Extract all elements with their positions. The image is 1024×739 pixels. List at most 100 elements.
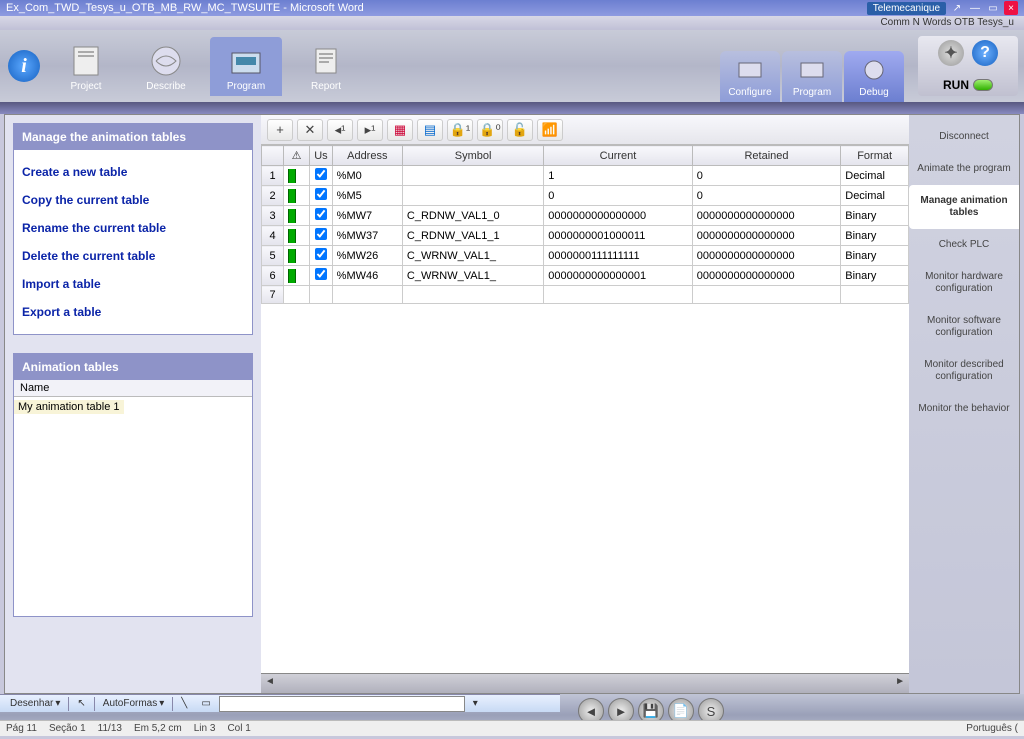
unlock-button[interactable]: 🔓: [507, 119, 533, 141]
symbol-cell[interactable]: C_RDNW_VAL1_0: [402, 206, 543, 226]
tab-configure[interactable]: Configure: [720, 51, 780, 102]
format-cell[interactable]: Binary: [841, 226, 909, 246]
symbol-cell[interactable]: C_RDNW_VAL1_1: [402, 226, 543, 246]
format-cell[interactable]: Binary: [841, 206, 909, 226]
retained-cell[interactable]: [692, 286, 841, 304]
nav-program[interactable]: Program: [210, 37, 282, 96]
cmd-create-table[interactable]: Create a new table: [20, 158, 246, 186]
settings-button[interactable]: ✦: [938, 40, 964, 66]
autoshapes-menu[interactable]: AutoFormas ▾: [97, 698, 171, 709]
use-checkbox[interactable]: [310, 226, 332, 246]
cmd-copy-table[interactable]: Copy the current table: [20, 186, 246, 214]
current-cell[interactable]: 0000000000000000: [544, 206, 693, 226]
broadcast-button[interactable]: 📶: [537, 119, 563, 141]
add-row-button[interactable]: +: [267, 119, 293, 141]
cmd-export-table[interactable]: Export a table: [20, 298, 246, 326]
minimize-icon[interactable]: —: [968, 1, 982, 15]
nav-project[interactable]: Project: [50, 37, 122, 96]
dropdown-icon[interactable]: ▾: [467, 698, 484, 709]
current-cell[interactable]: [544, 286, 693, 304]
use-checkbox[interactable]: [310, 186, 332, 206]
rp-disconnect[interactable]: Disconnect: [909, 121, 1019, 153]
nav-report[interactable]: Report: [290, 37, 362, 96]
rect-tool-icon[interactable]: ▭: [195, 698, 216, 709]
address-cell[interactable]: %MW26: [332, 246, 402, 266]
format-cell[interactable]: Decimal: [841, 166, 909, 186]
address-cell[interactable]: %MW46: [332, 266, 402, 286]
symbol-cell[interactable]: [402, 186, 543, 206]
retained-cell[interactable]: 0000000000000000: [692, 246, 841, 266]
tab-program[interactable]: Program: [782, 51, 842, 102]
rp-manage-animation-tables[interactable]: Manage animation tables: [909, 185, 1019, 229]
table-row[interactable]: 5%MW26C_WRNW_VAL1_0000000111111111000000…: [262, 246, 909, 266]
row-number[interactable]: 6: [262, 266, 284, 286]
format-cell[interactable]: Binary: [841, 266, 909, 286]
format-cell[interactable]: [841, 286, 909, 304]
table-row[interactable]: 6 %MW46C_WRNW_VAL1_0000000000000001000000…: [262, 266, 909, 286]
retained-cell[interactable]: 0: [692, 186, 841, 206]
table-row[interactable]: 2%M500Decimal: [262, 186, 909, 206]
use-checkbox[interactable]: [310, 266, 332, 286]
col-format[interactable]: Format: [841, 146, 909, 166]
row-number[interactable]: 4: [262, 226, 284, 246]
rp-monitor-sw[interactable]: Monitor software configuration: [909, 305, 1019, 349]
row-number[interactable]: 2: [262, 186, 284, 206]
text-input[interactable]: [219, 696, 465, 712]
line-tool-icon[interactable]: ╲: [175, 698, 193, 709]
expand-icon[interactable]: ↗: [950, 1, 964, 15]
col-symbol[interactable]: Symbol: [402, 146, 543, 166]
close-icon[interactable]: ×: [1004, 1, 1018, 15]
name-column-header[interactable]: Name: [14, 380, 252, 397]
tab-debug[interactable]: Debug: [844, 51, 904, 102]
toggle-a-button[interactable]: ▦: [387, 119, 413, 141]
rp-monitor-hw[interactable]: Monitor hardware configuration: [909, 261, 1019, 305]
rp-monitor-behavior[interactable]: Monitor the behavior: [909, 393, 1019, 425]
current-cell[interactable]: 0: [544, 186, 693, 206]
address-cell[interactable]: %M5: [332, 186, 402, 206]
format-cell[interactable]: Binary: [841, 246, 909, 266]
symbol-cell[interactable]: C_WRNW_VAL1_: [402, 266, 543, 286]
cmd-rename-table[interactable]: Rename the current table: [20, 214, 246, 242]
col-address[interactable]: Address: [332, 146, 402, 166]
current-cell[interactable]: 0000000000000001: [544, 266, 693, 286]
cmd-delete-table[interactable]: Delete the current table: [20, 242, 246, 270]
col-us[interactable]: Us: [310, 146, 332, 166]
maximize-icon[interactable]: ▭: [986, 1, 1000, 15]
col-warn[interactable]: ⚠: [284, 146, 310, 166]
row-number[interactable]: 3: [262, 206, 284, 226]
row-number[interactable]: 1: [262, 166, 284, 186]
col-current[interactable]: Current: [544, 146, 693, 166]
symbol-cell[interactable]: [402, 166, 543, 186]
use-checkbox[interactable]: [310, 246, 332, 266]
use-checkbox[interactable]: [310, 286, 332, 304]
address-cell[interactable]: %M0: [332, 166, 402, 186]
current-cell[interactable]: 0000000001000011: [544, 226, 693, 246]
lock1-button[interactable]: 🔒¹: [447, 119, 473, 141]
pointer-tool-icon[interactable]: ↖: [71, 698, 91, 709]
cmd-import-table[interactable]: Import a table: [20, 270, 246, 298]
nav-describe[interactable]: Describe: [130, 37, 202, 96]
address-cell[interactable]: [332, 286, 402, 304]
rp-check-plc[interactable]: Check PLC: [909, 229, 1019, 261]
format-cell[interactable]: Decimal: [841, 186, 909, 206]
lock0-button[interactable]: 🔒⁰: [477, 119, 503, 141]
prev-button[interactable]: ◂¹: [327, 119, 353, 141]
retained-cell[interactable]: 0000000000000000: [692, 266, 841, 286]
table-row[interactable]: 4 %MW37C_RDNW_VAL1_1000000000100001100000…: [262, 226, 909, 246]
retained-cell[interactable]: 0: [692, 166, 841, 186]
table-row[interactable]: 7: [262, 286, 909, 304]
col-rownum[interactable]: [262, 146, 284, 166]
draw-menu[interactable]: Desenhar ▾: [4, 698, 66, 709]
current-cell[interactable]: 1: [544, 166, 693, 186]
table-row[interactable]: 3%MW7C_RDNW_VAL1_00000000000000000000000…: [262, 206, 909, 226]
symbol-cell[interactable]: C_WRNW_VAL1_: [402, 246, 543, 266]
run-led-icon[interactable]: [973, 79, 993, 91]
symbol-cell[interactable]: [402, 286, 543, 304]
col-retained[interactable]: Retained: [692, 146, 841, 166]
rp-animate-program[interactable]: Animate the program: [909, 153, 1019, 185]
delete-row-button[interactable]: ✕: [297, 119, 323, 141]
use-checkbox[interactable]: [310, 206, 332, 226]
retained-cell[interactable]: 0000000000000000: [692, 226, 841, 246]
rp-monitor-described[interactable]: Monitor described configuration: [909, 349, 1019, 393]
address-cell[interactable]: %MW37: [332, 226, 402, 246]
